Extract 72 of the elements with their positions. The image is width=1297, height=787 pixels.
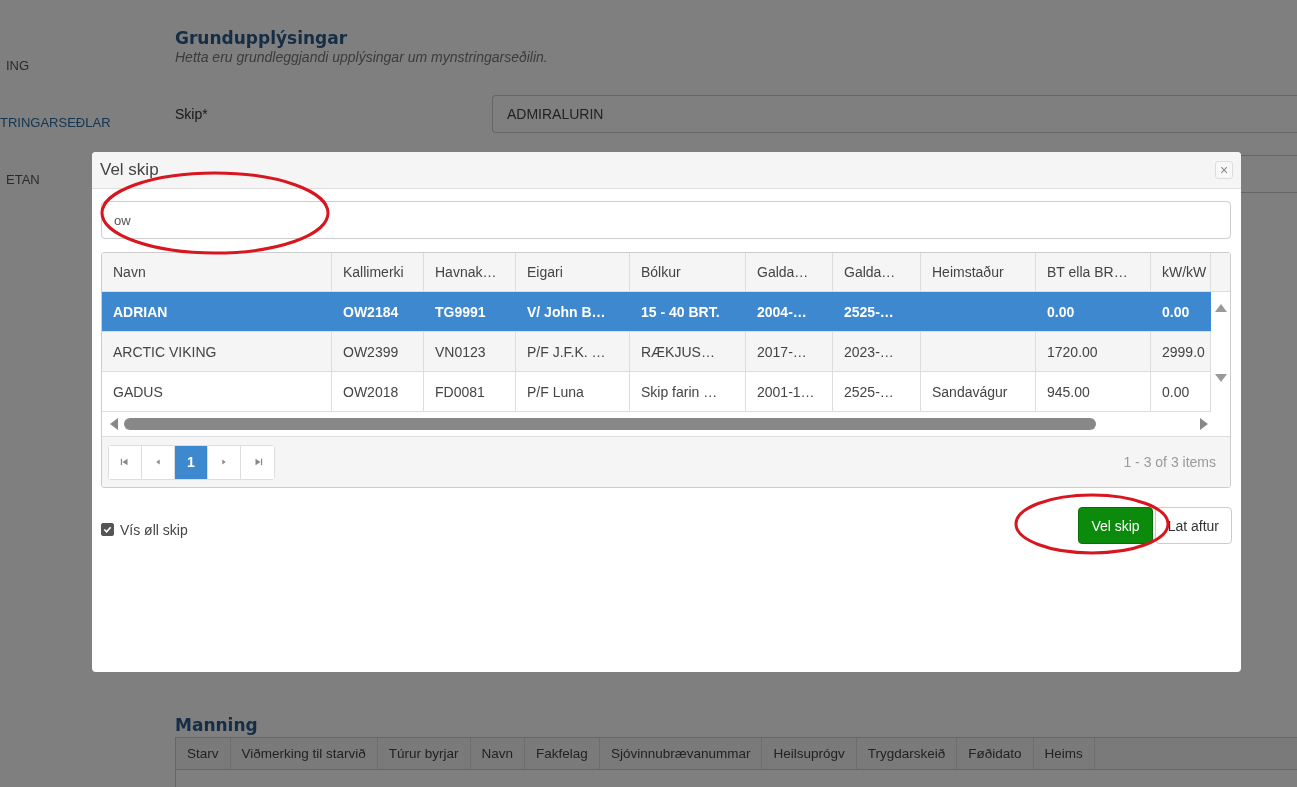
column-header: Fakfelag [525, 738, 600, 769]
table-cell: 15 - 40 BRT. [630, 292, 746, 331]
search-field[interactable]: ow [101, 201, 1231, 239]
column-header[interactable]: Navn [102, 253, 332, 291]
column-header: Viðmerking til starvið [230, 738, 378, 769]
table-cell: GADUS [102, 372, 332, 411]
column-header: Navn [470, 738, 526, 769]
table-cell: 2017-… [746, 332, 833, 371]
table-cell: OW2399 [332, 332, 424, 371]
column-header: Heilsuprógv [762, 738, 857, 769]
section-title: Manning [175, 715, 259, 735]
table-cell: VN0123 [424, 332, 516, 371]
column-header[interactable]: Kallimerki [332, 253, 424, 291]
column-header[interactable]: BT ella BR… [1036, 253, 1151, 291]
table-cell: V/ John B… [516, 292, 630, 331]
checkbox-label: Vís øll skip [120, 521, 188, 538]
table-cell: 945.00 [1036, 372, 1151, 411]
table-cell: 2525-… [833, 292, 921, 331]
column-header[interactable]: Heimstaður [921, 253, 1036, 291]
column-header: Heims [1033, 738, 1095, 769]
table-cell: 0.00 [1151, 292, 1211, 331]
input-field[interactable]: ADMIRALURIN [492, 95, 1297, 133]
table-cell: FD0081 [424, 372, 516, 411]
page-button[interactable]: 1 [175, 445, 208, 479]
section-subtitle: Hetta eru grundleggjandi upplýsingar um mynstringarseðilin. [175, 49, 549, 65]
column-header: Starv [176, 738, 231, 769]
table-cell: OW2184 [332, 292, 424, 331]
table-cell: Sandavágur [921, 372, 1036, 411]
first-page-icon [120, 457, 130, 467]
column-header: Túrur byrjar [377, 738, 471, 769]
scroll-left-icon[interactable] [110, 418, 118, 430]
pager-summary: 1 - 3 of 3 items [1123, 454, 1216, 470]
table-cell: 0.00 [1036, 292, 1151, 331]
column-header[interactable]: Havnak… [424, 253, 516, 291]
table-cell: TG9991 [424, 292, 516, 331]
checkbox[interactable] [101, 523, 114, 536]
column-header: Sjóvinnubrævanummar [599, 738, 763, 769]
column-header: Føðidato [957, 738, 1034, 769]
table-cell: 2525-… [833, 372, 921, 411]
table-cell: 2999.0 [1151, 332, 1211, 371]
column-header[interactable]: Bólkur [630, 253, 746, 291]
table-cell: 1720.00 [1036, 332, 1151, 371]
table-cell: RÆKJUS… [630, 332, 746, 371]
dialog-title: Vel skip [100, 160, 159, 180]
column-header[interactable]: Galda… [833, 253, 921, 291]
table-cell: 2023-… [833, 332, 921, 371]
sidebar-item[interactable]: ING [6, 58, 160, 73]
table-cell: ADRIAN [102, 292, 332, 331]
column-header[interactable]: Galda… [746, 253, 833, 291]
table-cell: 2001-1… [746, 372, 833, 411]
table-cell: Skip farin … [630, 372, 746, 411]
table-cell: P/F Luna [516, 372, 630, 411]
table-cell: P/F J.F.K. … [516, 332, 630, 371]
section-title: Grundupplýsingar [175, 28, 349, 48]
close-button[interactable]: Lat aftur [1154, 507, 1232, 544]
scroll-down-icon[interactable] [1214, 374, 1227, 382]
first-page-button[interactable] [109, 445, 142, 479]
column-header[interactable]: Eigari [516, 253, 630, 291]
table-row[interactable]: ADRIAN OW2184 TG9991 V/ John B… 15 - 40 BRT. 2004-… 2525-… 0.00 0.00 [102, 292, 1211, 332]
field-label: Skip* [175, 106, 209, 122]
table-cell: 2004-… [746, 292, 833, 331]
select-button[interactable]: Vel skip [1078, 507, 1153, 544]
column-header: Trygdarskeið [856, 738, 958, 769]
column-header[interactable]: kW/kW [1151, 253, 1211, 291]
scrollbar-thumb[interactable] [124, 418, 1096, 430]
table-cell: 0.00 [1151, 372, 1211, 411]
table-cell: ARCTIC VIKING [102, 332, 332, 371]
table-row[interactable]: ARCTIC VIKING OW2399 VN0123 P/F J.F.K. … RÆKJUS… 2017-… 2023-… 1720.00 2999.0 [102, 332, 1211, 372]
scroll-right-icon[interactable] [1200, 418, 1208, 430]
scroll-up-icon[interactable] [1214, 304, 1227, 312]
table-row[interactable]: GADUS OW2018 FD0081 P/F Luna Skip farin … 2001-1… 2525-… Sandavágur 945.00 0.00 [102, 372, 1211, 412]
table-cell: OW2018 [332, 372, 424, 411]
